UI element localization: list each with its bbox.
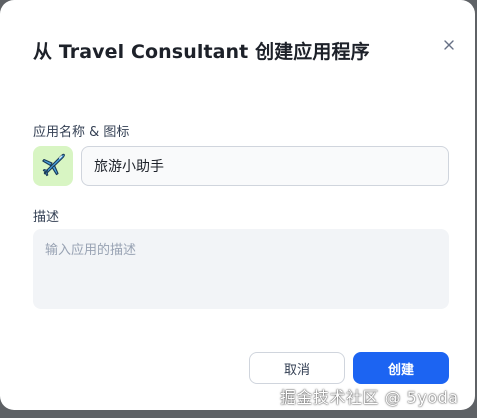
dialog-title: 从 Travel Consultant 创建应用程序 xyxy=(33,41,370,63)
cancel-button[interactable]: 取消 xyxy=(249,352,345,384)
airplane-icon xyxy=(39,150,67,182)
modal-backdrop-bottom xyxy=(0,410,477,418)
close-icon xyxy=(443,39,455,51)
description-textarea[interactable]: 输入应用的描述 xyxy=(33,229,449,309)
app-icon-picker[interactable] xyxy=(33,146,73,186)
create-button[interactable]: 创建 xyxy=(353,352,449,384)
create-app-dialog: 从 Travel Consultant 创建应用程序 应用名称 & 图标 旅游小… xyxy=(0,0,475,410)
description-label: 描述 xyxy=(33,210,60,225)
close-button[interactable] xyxy=(438,34,460,56)
app-name-label: 应用名称 & 图标 xyxy=(33,125,130,140)
watermark: 掘金技术社区 @ 5yoda xyxy=(280,388,459,407)
app-name-value: 旅游小助手 xyxy=(94,159,164,175)
description-placeholder: 输入应用的描述 xyxy=(45,243,137,258)
app-name-input[interactable]: 旅游小助手 xyxy=(81,146,449,186)
